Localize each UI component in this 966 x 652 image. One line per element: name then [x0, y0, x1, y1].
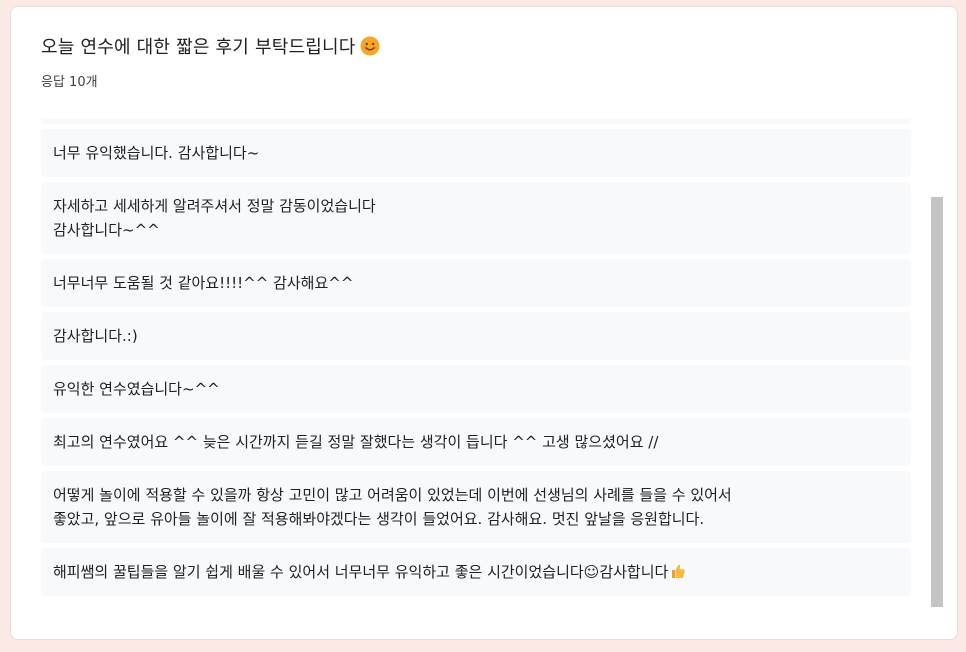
response-text: 너무너무 도움될 것 같아요!!!!^^ 감사해요^^	[53, 274, 354, 292]
scrollbar-thumb[interactable]	[931, 197, 943, 607]
question-header: 오늘 연수에 대한 짧은 후기 부탁드립니다	[41, 33, 380, 59]
response-count: 응답 10개	[41, 75, 98, 90]
response-text: 최고의 연수였어요 ^^ 늦은 시간까지 듣길 정말 잘했다는 생각이 듭니다 …	[53, 433, 659, 451]
thumbs-up-icon	[672, 564, 686, 578]
response-item: 너무너무 도움될 것 같아요!!!!^^ 감사해요^^	[41, 259, 911, 307]
response-item	[41, 119, 911, 124]
response-text: 자세하고 세세하게 알려주셔서 정말 감동이었습니다	[53, 197, 376, 215]
smiling-face-icon	[360, 36, 380, 56]
response-item: 어떻게 놀이에 적용할 수 있을까 항상 고민이 많고 어려움이 있었는데 이번…	[41, 471, 911, 543]
response-text: 너무 유익했습니다. 감사합니다~	[53, 144, 260, 162]
response-item: 감사합니다.:)	[41, 312, 911, 360]
question-title: 오늘 연수에 대한 짧은 후기 부탁드립니다	[41, 37, 356, 58]
response-item: 자세하고 세세하게 알려주셔서 정말 감동이었습니다 감사합니다~^^	[41, 182, 911, 254]
response-item: 최고의 연수였어요 ^^ 늦은 시간까지 듣길 정말 잘했다는 생각이 듭니다 …	[41, 418, 911, 466]
response-item: 유익한 연수였습니다~^^	[41, 365, 911, 413]
response-text: 어떻게 놀이에 적용할 수 있을까 항상 고민이 많고 어려움이 있었는데 이번…	[53, 486, 732, 504]
response-text: 유익한 연수였습니다~^^	[53, 380, 220, 398]
response-text-row: 해피쌤의 꿀팁들을 알기 쉽게 배울 수 있어서 너무너무 유익하고 좋은 시간…	[53, 560, 899, 584]
response-text: 좋았고, 앞으로 유아들 놀이에 잘 적용해봐야겠다는 생각이 들었어요. 감사…	[53, 510, 705, 528]
response-text: 해피쌤의 꿀팁들을 알기 쉽게 배울 수 있어서 너무너무 유익하고 좋은 시간…	[53, 563, 669, 581]
scrollbar[interactable]	[931, 119, 943, 613]
form-responses-card: 오늘 연수에 대한 짧은 후기 부탁드립니다 응답 10개 너무 유익했습니다.…	[10, 6, 958, 640]
responses-list[interactable]: 너무 유익했습니다. 감사합니다~ 자세하고 세세하게 알려주셔서 정말 감동이…	[41, 119, 911, 613]
response-item: 해피쌤의 꿀팁들을 알기 쉽게 배울 수 있어서 너무너무 유익하고 좋은 시간…	[41, 548, 911, 596]
response-text: 감사합니다~^^	[53, 221, 160, 239]
response-text: 감사합니다.:)	[53, 327, 138, 345]
response-item: 너무 유익했습니다. 감사합니다~	[41, 129, 911, 177]
